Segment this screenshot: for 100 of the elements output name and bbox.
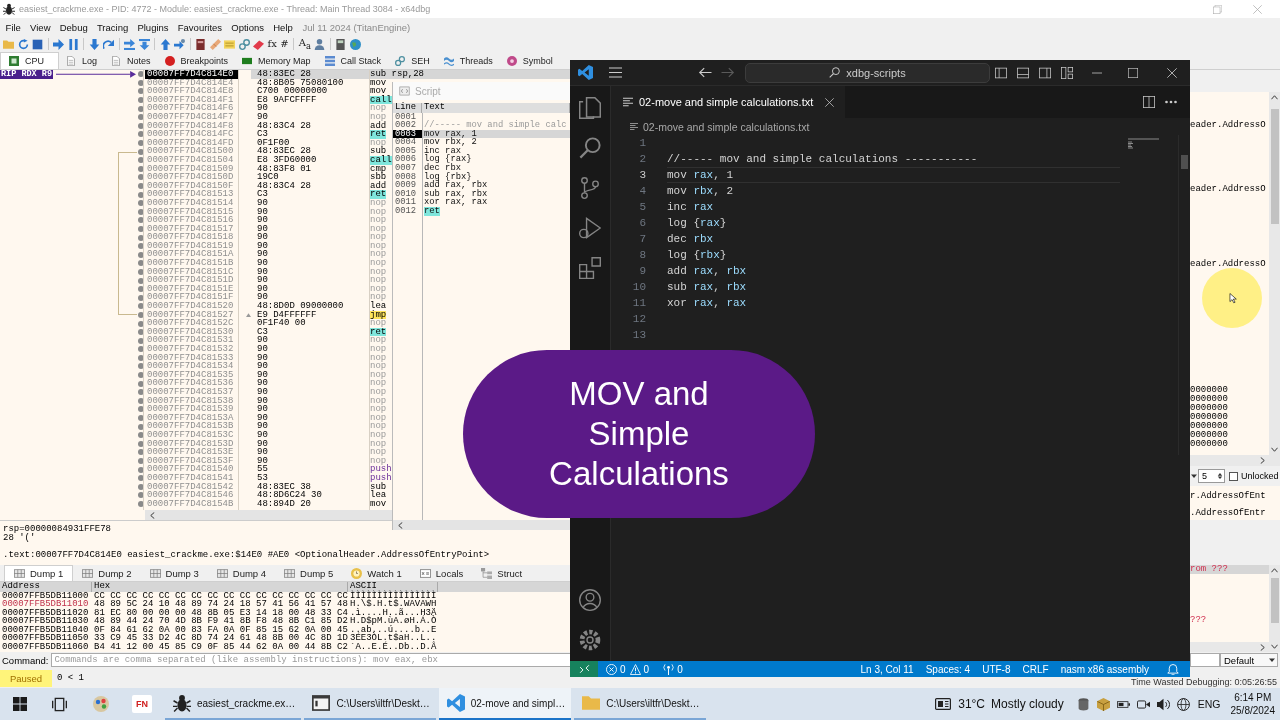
toolbar-button[interactable]: A$_{a}$ <box>298 36 311 52</box>
code-line[interactable]: dec rbx <box>667 231 714 247</box>
menu-item[interactable]: Plugins <box>132 21 174 33</box>
antenna-icon[interactable] <box>663 663 675 675</box>
breakpoint-dot-icon[interactable] <box>138 200 144 207</box>
breakpoint-dot-icon[interactable] <box>138 380 144 387</box>
scrollbar[interactable] <box>393 520 570 530</box>
extensions-icon[interactable] <box>579 257 601 279</box>
temperature-text[interactable]: 31°C <box>958 697 986 711</box>
taskbar-button[interactable]: C:\Users\iltfr\Deskt… <box>304 688 436 720</box>
tab[interactable]: Call Stack <box>317 52 389 69</box>
breakpoint-dot-icon[interactable] <box>138 346 144 353</box>
breakpoint-dot-icon[interactable] <box>138 208 144 215</box>
task-view-icon[interactable] <box>52 696 67 712</box>
script-line[interactable]: sub rax, rbx <box>422 189 488 199</box>
breakpoint-dot-icon[interactable] <box>138 449 144 456</box>
breakpoint-dot-icon[interactable] <box>138 79 144 86</box>
scrollbar-thumb[interactable] <box>1270 578 1279 623</box>
split-editor-icon[interactable] <box>1143 96 1155 108</box>
breakpoint-dot-icon[interactable] <box>138 440 144 447</box>
close-icon[interactable] <box>1167 67 1177 78</box>
bell-icon[interactable] <box>1167 663 1179 675</box>
close-icon[interactable] <box>825 97 835 107</box>
account-icon[interactable] <box>579 589 601 611</box>
breakpoint-dot-icon[interactable] <box>138 432 144 439</box>
scroll-left-icon[interactable] <box>397 521 404 529</box>
warning-count[interactable]: 0 <box>643 663 650 675</box>
scroll-left-icon[interactable] <box>149 511 156 519</box>
language-indicator[interactable]: ENG <box>1197 698 1221 710</box>
step-out-icon[interactable] <box>159 38 171 50</box>
book-icon[interactable] <box>195 38 206 50</box>
weather-text[interactable]: Mostly cloudy <box>991 697 1064 711</box>
breakpoint-dot-icon[interactable] <box>138 71 144 78</box>
column-header[interactable]: Hex <box>92 582 348 592</box>
tab[interactable]: SEH <box>388 52 437 69</box>
breakpoint-dot-icon[interactable] <box>138 260 144 267</box>
column-header[interactable]: Line <box>393 103 422 113</box>
tab[interactable]: Dump 4 <box>207 565 276 581</box>
speaker-icon[interactable] <box>1156 697 1170 711</box>
breakpoint-dot-icon[interactable] <box>138 372 144 379</box>
breakpoint-dot-icon[interactable] <box>138 131 144 138</box>
status-item[interactable]: nasm x86 assembly <box>1060 663 1149 675</box>
breakpoint-dot-icon[interactable] <box>138 458 144 464</box>
scrollbar-thumb[interactable] <box>1181 155 1188 169</box>
stop-icon[interactable] <box>32 38 43 50</box>
side-panel-layout-icon[interactable] <box>1039 66 1051 79</box>
code-line[interactable]: log {rax} <box>667 215 727 231</box>
scrollbar-thumb[interactable] <box>1270 109 1279 224</box>
breakpoint-dot-icon[interactable] <box>138 492 144 499</box>
tab[interactable]: Locals <box>410 565 473 581</box>
restart-icon[interactable] <box>17 38 29 50</box>
breakpoint-dot-icon[interactable] <box>138 191 144 198</box>
menu-item[interactable]: Help <box>268 21 298 33</box>
status-item[interactable]: Ln 3, Col 11 <box>860 663 914 675</box>
code-line[interactable]: mov rax, 1 <box>667 167 1120 183</box>
pause-icon[interactable] <box>67 38 79 50</box>
app-tile[interactable]: FN <box>132 695 152 713</box>
scroll-right-icon[interactable] <box>1259 457 1266 464</box>
step-into-icon[interactable] <box>88 38 100 50</box>
tab[interactable]: Dump 5 <box>275 565 343 581</box>
breakpoint-dot-icon[interactable] <box>138 97 144 104</box>
code-line[interactable]: //----- mov and simple calculations ----------- <box>667 151 978 167</box>
scrollbar[interactable] <box>1178 135 1190 455</box>
toolbar-button[interactable]: # <box>280 38 289 50</box>
breakpoint-dot-icon[interactable] <box>138 389 144 396</box>
tab[interactable]: Dump 3 <box>140 565 208 581</box>
taskbar-button[interactable]: C:\Users\iltfr\Deskt… <box>574 688 706 720</box>
tab[interactable]: Threads <box>436 52 500 69</box>
eraser-icon[interactable] <box>253 38 264 50</box>
search-icon[interactable] <box>579 137 601 159</box>
breakpoint-dot-icon[interactable] <box>138 105 144 112</box>
script-line[interactable]: add rax, rbx <box>422 181 488 190</box>
tab[interactable]: Struct <box>472 565 532 581</box>
clock-time[interactable]: 6:14 PM <box>1234 691 1272 704</box>
menu-icon[interactable] <box>608 66 623 79</box>
breakpoint-dot-icon[interactable] <box>138 483 144 490</box>
trace-into-icon[interactable] <box>124 38 135 50</box>
script-line[interactable]: xor rax, rax <box>422 198 488 208</box>
windows-logo-icon[interactable] <box>13 697 27 711</box>
breakpoint-dot-icon[interactable] <box>138 243 144 250</box>
camera-icon[interactable] <box>1136 697 1150 711</box>
breakpoint-dot-icon[interactable] <box>138 501 144 507</box>
tab[interactable]: Symbol <box>499 52 560 69</box>
error-count[interactable]: 0 <box>620 663 626 675</box>
run-to-user-icon[interactable] <box>174 38 185 50</box>
breakpoint-dot-icon[interactable] <box>138 303 144 310</box>
taskbar-button[interactable]: 02-move and simpl… <box>438 688 572 720</box>
tab[interactable]: Dump 1 <box>4 565 74 581</box>
status-item[interactable]: UTF-8 <box>982 663 1011 675</box>
scroll-down-icon[interactable] <box>1271 446 1278 453</box>
breakpoint-dot-icon[interactable] <box>138 234 144 241</box>
menu-item[interactable]: Favourites <box>173 21 227 33</box>
scrollbar[interactable] <box>1190 642 1269 652</box>
maximize-icon[interactable] <box>1128 67 1138 78</box>
breakpoint-dot-icon[interactable] <box>138 415 144 422</box>
back-icon[interactable] <box>698 66 712 79</box>
status-item[interactable]: CRLF <box>1022 663 1049 675</box>
user-icon[interactable] <box>314 38 326 50</box>
scrollbar[interactable] <box>145 510 392 520</box>
breakpoint-dot-icon[interactable] <box>138 148 144 155</box>
